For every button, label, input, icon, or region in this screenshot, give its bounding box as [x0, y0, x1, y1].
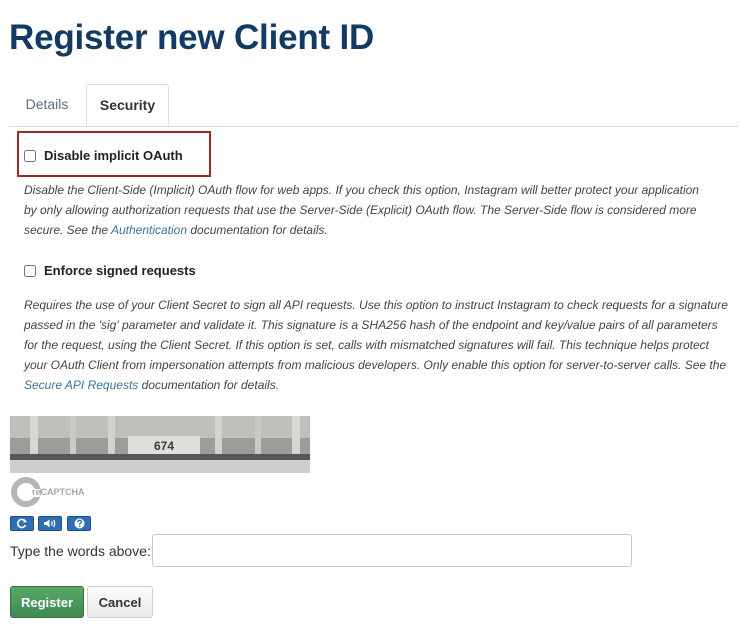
tab-security[interactable]: Security	[86, 84, 169, 126]
captcha-audio-button[interactable]	[38, 516, 62, 531]
implicit-oauth-checkbox[interactable]	[24, 149, 36, 162]
register-button[interactable]: Register	[10, 586, 84, 618]
signed-requests-option[interactable]: Enforce signed requests	[24, 263, 196, 278]
signed-requests-checkbox[interactable]	[24, 264, 36, 277]
tab-details[interactable]: Details	[13, 84, 81, 125]
captcha-prompt-label: Type the words above:	[10, 543, 151, 559]
captcha-response-input[interactable]	[152, 534, 632, 567]
signed-requests-label: Enforce signed requests	[44, 263, 196, 278]
help-icon	[74, 518, 84, 529]
authentication-link[interactable]: Authentication	[111, 223, 187, 237]
recaptcha-logo: reCAPTCHA	[11, 477, 85, 507]
signed-requests-description: Requires the use of your Client Secret t…	[24, 295, 730, 395]
register-client-page: Register new Client ID Details Security …	[0, 0, 741, 635]
captcha-image: 674	[10, 416, 310, 473]
audio-icon	[44, 519, 56, 528]
captcha-refresh-button[interactable]	[10, 516, 34, 531]
implicit-oauth-label: Disable implicit OAuth	[44, 148, 183, 163]
captcha-image-text: 674	[154, 439, 174, 453]
page-title: Register new Client ID	[9, 18, 375, 57]
captcha-photo: 674	[10, 416, 310, 473]
implicit-oauth-desc-tail: documentation for details.	[187, 223, 328, 237]
signed-requests-desc-text: Requires the use of your Client Secret t…	[24, 298, 728, 372]
cancel-button[interactable]: Cancel	[87, 586, 153, 618]
signed-requests-desc-tail: documentation for details.	[138, 378, 280, 392]
secure-api-requests-link[interactable]: Secure API Requests	[24, 378, 138, 392]
captcha-help-button[interactable]	[67, 516, 91, 531]
refresh-icon	[17, 518, 27, 529]
implicit-oauth-option[interactable]: Disable implicit OAuth	[24, 148, 183, 163]
recaptcha-logo-text: reCAPTCHA	[32, 487, 85, 497]
tab-bar: Details Security	[9, 84, 738, 127]
implicit-oauth-description: Disable the Client-Side (Implicit) OAuth…	[24, 180, 714, 240]
